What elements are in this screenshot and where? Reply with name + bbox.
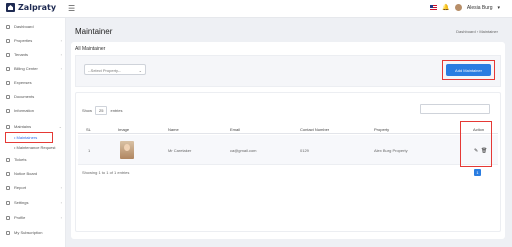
row-property: Alex Burg Property — [374, 148, 408, 153]
billing-icon — [6, 66, 10, 71]
pagination-page[interactable]: 1 — [474, 169, 481, 176]
sidebar-item-expenses[interactable]: Expenses — [6, 80, 62, 85]
chevron-down-icon: ⌄ — [138, 68, 142, 73]
breadcrumb-current: Maintainer — [479, 29, 498, 34]
table-header: SL Image Name Email Contact Number Prope… — [78, 124, 498, 134]
users-icon — [6, 52, 10, 57]
column-header[interactable]: Property — [374, 127, 389, 132]
home-logo-icon — [6, 3, 15, 12]
sidebar-item-billing-center[interactable]: Billing Center › — [6, 66, 62, 71]
highlight-box-action-column — [460, 121, 492, 167]
top-bar: Zalpraty ☰ 🔔 Alesia Burg ▾ — [0, 0, 512, 18]
sidebar-item-notice-board[interactable]: Notice Board — [6, 171, 62, 176]
notice-icon — [6, 171, 10, 176]
breadcrumb-separator: › — [476, 29, 479, 34]
logo[interactable]: Zalpraty — [6, 3, 56, 12]
sidebar-item-dashboard[interactable]: Dashboard — [6, 24, 62, 29]
profile-icon — [6, 215, 10, 220]
table-row: 1 Mr Caretaker ca@gmail.com 0129 Alex Bu… — [78, 135, 498, 165]
search-input[interactable] — [420, 104, 490, 114]
show-entries: Show 25 entries — [82, 106, 123, 115]
chevron-right-icon: › — [60, 200, 62, 205]
column-header[interactable]: Contact Number — [300, 127, 329, 132]
maintainer-photo — [120, 141, 134, 159]
avatar[interactable] — [454, 4, 462, 11]
chevron-down-icon[interactable]: ▾ — [497, 5, 500, 11]
sidebar-item-tenants[interactable]: Tenants › — [6, 52, 62, 57]
ticket-icon — [6, 157, 10, 162]
column-header[interactable]: Image — [118, 127, 129, 132]
wallet-icon — [6, 80, 10, 85]
maintainer-table: Show 25 entries SL Image Name Email Cont… — [75, 92, 501, 232]
breadcrumb-home[interactable]: Dashboard — [456, 29, 476, 34]
filter-section: --Select Property-- ⌄ Add Maintainer — [75, 55, 501, 87]
row-sl: 1 — [88, 148, 91, 153]
entries-select[interactable]: 25 — [95, 106, 108, 115]
page-title: Maintainer — [75, 27, 113, 36]
row-name: Mr Caretaker — [168, 148, 192, 153]
app-name: Zalpraty — [18, 3, 57, 12]
sidebar-item-maintains[interactable]: Maintains ⌄ — [6, 124, 62, 129]
bell-icon[interactable]: 🔔 — [442, 4, 449, 11]
column-header[interactable]: SL — [86, 127, 91, 132]
sidebar-item-tickets[interactable]: Tickets — [6, 157, 62, 162]
table-footer-info: Showing 1 to 1 of 1 entries — [82, 170, 130, 175]
column-header[interactable]: Name — [168, 127, 179, 132]
breadcrumb: Dashboard › Maintainer — [456, 29, 498, 34]
sidebar-subitem-maintainers[interactable]: • Maintainers — [14, 135, 37, 140]
sidebar-item-information[interactable]: Information — [6, 108, 62, 113]
us-flag-icon[interactable] — [430, 5, 438, 10]
building-icon — [6, 38, 10, 43]
wrench-icon — [6, 124, 10, 129]
property-select-value: --Select Property-- — [88, 68, 121, 73]
sidebar-item-profile[interactable]: Profile › — [6, 215, 62, 220]
chevron-right-icon: › — [60, 215, 62, 220]
row-contact: 0129 — [300, 148, 309, 153]
report-icon — [6, 185, 10, 190]
sidebar-item-documents[interactable]: Documents — [6, 94, 62, 99]
user-name[interactable]: Alesia Burg — [467, 5, 493, 11]
column-header[interactable]: Email — [230, 127, 240, 132]
info-icon — [6, 108, 10, 113]
property-select[interactable]: --Select Property-- ⌄ — [84, 64, 146, 75]
chevron-right-icon: › — [60, 52, 62, 57]
sidebar-item-report[interactable]: Report › — [6, 185, 62, 190]
chevron-down-icon: ⌄ — [58, 124, 62, 129]
sidebar-item-properties[interactable]: Properties › — [6, 38, 62, 43]
hamburger-icon[interactable]: ☰ — [68, 4, 75, 13]
sidebar-item-my-subscription[interactable]: My Subscription — [6, 230, 62, 235]
gear-icon — [6, 200, 10, 205]
sidebar-subitem-maintenance-request[interactable]: • Maintenance Request — [14, 145, 55, 150]
document-icon — [6, 94, 10, 99]
sidebar: Dashboard Properties › Tenants › Billing C… — [0, 18, 66, 247]
subscription-icon — [6, 230, 10, 235]
chevron-right-icon: › — [60, 38, 62, 43]
sidebar-item-settings[interactable]: Settings › — [6, 200, 62, 205]
chevron-right-icon: › — [60, 185, 62, 190]
row-email: ca@gmail.com — [230, 148, 257, 153]
chevron-right-icon: › — [60, 66, 62, 71]
dashboard-icon — [6, 24, 10, 29]
card-title: All Maintainer — [75, 46, 106, 52]
add-maintainer-button[interactable]: Add Maintainer — [446, 64, 491, 76]
maintainer-card: All Maintainer --Select Property-- ⌄ Add… — [71, 42, 505, 239]
